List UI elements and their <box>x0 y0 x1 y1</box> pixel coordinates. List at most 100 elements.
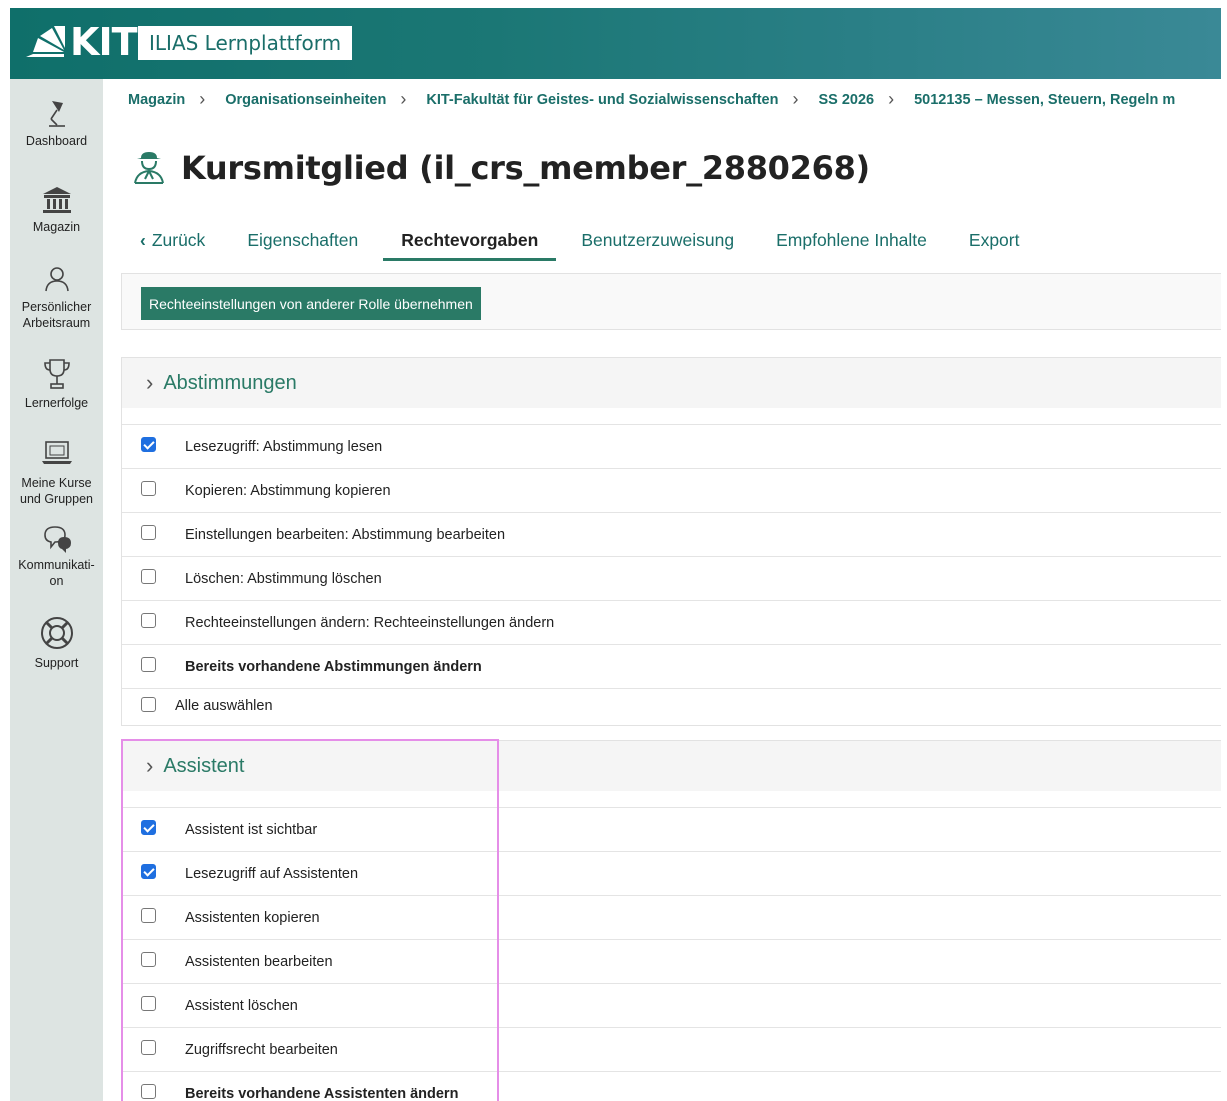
chevron-right-icon: › <box>400 89 407 109</box>
main-sidebar: Dashboard Magazin Persönlicher Arbeitsra… <box>10 79 103 1101</box>
dashboard-icon <box>48 101 65 127</box>
section-abstimmungen: › Abstimmungen Lesezugriff: Abstimmung l… <box>121 357 1221 726</box>
app-window: KIT ILIAS Lernplattform Dashboard Magazi… <box>10 8 1221 1101</box>
permission-label: Bereits vorhandene Abstimmungen ändern <box>185 659 482 675</box>
breadcrumb-item-course[interactable]: 5012135 – Messen, Steuern, Regeln m <box>914 92 1175 108</box>
back-link-label: Zurück <box>151 230 206 250</box>
sidebar-item-label-line1: Persönlicher <box>21 300 92 314</box>
laptop-icon <box>41 441 72 464</box>
sidebar-item-label-line1: Kommunikati- <box>18 558 95 572</box>
tab-rechtevorgaben[interactable]: Rechtevorgaben <box>383 229 557 261</box>
permission-row: Lesezugriff auf Assistenten <box>122 852 1221 896</box>
permission-label: Einstellungen bearbeiten: Abstimmung bea… <box>185 527 506 543</box>
kit-logo[interactable]: KIT <box>24 20 138 64</box>
breadcrumb-item-magazin[interactable]: Magazin <box>128 92 185 108</box>
chevron-right-icon: › <box>888 89 895 109</box>
sidebar-item-label-line2: on <box>49 574 64 588</box>
top-header: KIT ILIAS Lernplattform <box>10 8 1221 79</box>
tab-eigenschaften[interactable]: Eigenschaften <box>247 229 358 261</box>
permission-checkbox[interactable] <box>141 996 156 1011</box>
section-header[interactable]: › Abstimmungen <box>122 358 1221 408</box>
section-assistent: › Assistent Assistent ist sichtbar Lesez… <box>121 740 1221 1101</box>
permission-label: Assistenten kopieren <box>185 910 320 926</box>
sidebar-item-magazin[interactable]: Magazin <box>10 185 103 235</box>
section-title: Abstimmungen <box>163 371 297 394</box>
permission-row: Bereits vorhandene Assistenten ändern <box>122 1072 1221 1101</box>
back-link[interactable]: ‹ Zurück <box>140 229 205 261</box>
permission-checkbox[interactable] <box>141 820 156 835</box>
sidebar-item-meine-kurse[interactable]: Meine Kurse und Gruppen <box>10 439 103 507</box>
permission-label: Assistent ist sichtbar <box>185 822 318 838</box>
permission-row: Bereits vorhandene Abstimmungen ändern <box>122 645 1221 689</box>
permission-checkbox[interactable] <box>141 952 156 967</box>
sidebar-item-dashboard[interactable]: Dashboard <box>10 97 103 149</box>
permission-label: Löschen: Abstimmung löschen <box>185 571 382 587</box>
page-title: Kursmitglied (il_crs_member_2880268) <box>181 149 870 187</box>
sidebar-item-lernerfolge[interactable]: Lernerfolge <box>10 357 103 411</box>
permission-label: Zugriffsrecht bearbeiten <box>185 1042 338 1058</box>
permission-checkbox[interactable] <box>141 1040 156 1055</box>
permission-row: Assistenten kopieren <box>122 896 1221 940</box>
permission-label: Lesezugriff: Abstimmung lesen <box>185 439 383 455</box>
role-icon <box>134 152 164 184</box>
kit-logo-text: KIT <box>70 20 138 64</box>
permission-checkbox[interactable] <box>141 437 156 452</box>
breadcrumb-item-fakultaet[interactable]: KIT-Fakultät für Geistes- und Sozialwiss… <box>426 92 778 108</box>
sidebar-item-persoenlicher-arbeitsraum[interactable]: Persönlicher Arbeitsraum <box>10 265 103 331</box>
permission-checkbox[interactable] <box>141 569 156 584</box>
user-icon <box>44 267 69 292</box>
breadcrumb: Magazin › Organisationseinheiten › KIT-F… <box>128 89 1175 110</box>
select-all-label: Alle auswählen <box>175 698 273 714</box>
permission-row: Zugriffsrecht bearbeiten <box>122 1028 1221 1072</box>
tab-export[interactable]: Export <box>969 229 1020 261</box>
sidebar-item-label: Support <box>34 656 79 670</box>
section-header[interactable]: › Assistent <box>122 741 1221 791</box>
permission-checkbox[interactable] <box>141 525 156 540</box>
sidebar-item-kommunikation[interactable]: Kommunikati- on <box>10 523 103 589</box>
sidebar-item-label: Lernerfolge <box>24 396 89 410</box>
permission-label: Rechteeinstellungen ändern: Rechteeinste… <box>185 615 555 631</box>
permission-checkbox[interactable] <box>141 1084 156 1099</box>
permission-checkbox[interactable] <box>141 908 156 923</box>
chevron-left-icon: ‹ <box>140 230 146 250</box>
permission-row: Rechteeinstellungen ändern: Rechteeinste… <box>122 601 1221 645</box>
chevron-right-icon: › <box>792 89 799 109</box>
permission-row: Assistent löschen <box>122 984 1221 1028</box>
section-title: Assistent <box>163 754 245 777</box>
permission-row: Löschen: Abstimmung löschen <box>122 557 1221 601</box>
permission-row: Assistenten bearbeiten <box>122 940 1221 984</box>
chevron-right-icon: › <box>199 89 206 109</box>
sidebar-item-label-line2: und Gruppen <box>20 492 93 506</box>
chevron-right-icon: › <box>146 753 154 778</box>
permission-label: Assistent löschen <box>185 998 298 1014</box>
lifebuoy-icon <box>40 617 73 649</box>
section-spacer <box>122 408 1221 425</box>
main-content: Magazin › Organisationseinheiten › KIT-F… <box>103 79 1221 1101</box>
select-all-checkbox[interactable] <box>141 697 156 712</box>
sidebar-item-label-line1: Meine Kurse <box>21 476 92 490</box>
sidebar-item-label: Magazin <box>32 220 81 234</box>
permission-label: Bereits vorhandene Assistenten ändern <box>185 1086 459 1101</box>
permission-checkbox[interactable] <box>141 481 156 496</box>
tab-benutzerzuweisung[interactable]: Benutzerzuweisung <box>581 229 734 261</box>
kit-fan-icon <box>26 26 65 57</box>
permission-checkbox[interactable] <box>141 657 156 672</box>
permission-label: Assistenten bearbeiten <box>185 954 333 970</box>
sidebar-item-support[interactable]: Support <box>10 615 103 671</box>
select-all-row: Alle auswählen <box>122 689 1221 725</box>
permission-row: Lesezugriff: Abstimmung lesen <box>122 425 1221 469</box>
sidebar-item-label: Dashboard <box>25 134 88 148</box>
breadcrumb-item-organisationseinheiten[interactable]: Organisationseinheiten <box>225 92 386 108</box>
tab-empfohlene-inhalte[interactable]: Empfohlene Inhalte <box>776 229 927 261</box>
permission-row: Assistent ist sichtbar <box>122 808 1221 852</box>
copy-rights-button[interactable]: Rechteeinstellungen von anderer Rolle üb… <box>141 287 481 320</box>
trophy-icon <box>43 359 70 389</box>
permission-label: Kopieren: Abstimmung kopieren <box>185 483 391 499</box>
permission-checkbox[interactable] <box>141 613 156 628</box>
page-header: Kursmitglied (il_crs_member_2880268) <box>131 149 870 187</box>
permission-label: Lesezugriff auf Assistenten <box>185 866 359 882</box>
permission-row: Kopieren: Abstimmung kopieren <box>122 469 1221 513</box>
breadcrumb-item-semester[interactable]: SS 2026 <box>818 92 874 108</box>
app-title[interactable]: ILIAS Lernplattform <box>138 26 353 60</box>
permission-checkbox[interactable] <box>141 864 156 879</box>
